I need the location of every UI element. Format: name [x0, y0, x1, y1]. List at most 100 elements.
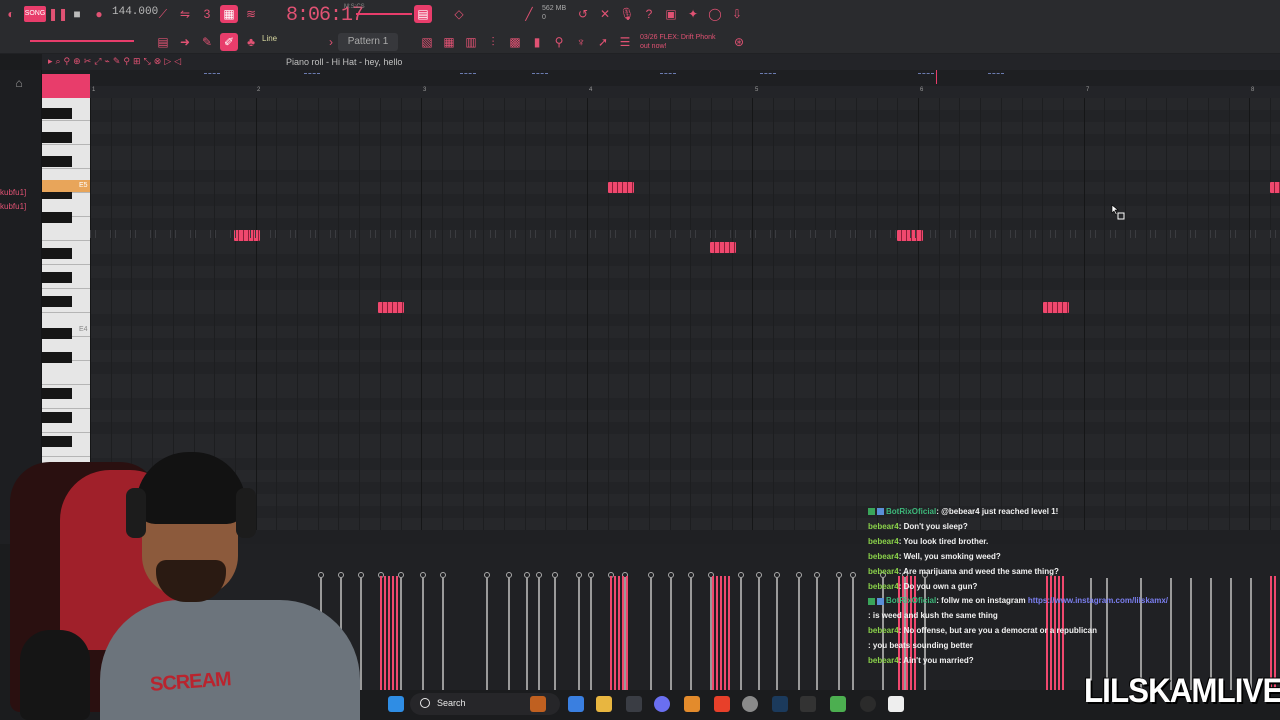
- song-mode-button[interactable]: SONG: [24, 6, 46, 22]
- piano-black-key[interactable]: [42, 132, 72, 143]
- play-icon[interactable]: ❚❚: [48, 5, 68, 23]
- fl-menu-icon[interactable]: ◐: [2, 5, 20, 23]
- velocity-handle[interactable]: [648, 572, 654, 578]
- velocity-handle[interactable]: [536, 572, 542, 578]
- piano-black-key[interactable]: [42, 156, 72, 167]
- browser-view-icon[interactable]: ▩: [506, 33, 524, 51]
- help-icon[interactable]: ?: [640, 5, 658, 23]
- velocity-handle[interactable]: [668, 572, 674, 578]
- playhead[interactable]: [936, 70, 937, 84]
- discord-icon[interactable]: [654, 696, 670, 712]
- pattern-selector[interactable]: Pattern 1: [338, 33, 398, 51]
- brave-icon[interactable]: [714, 696, 730, 712]
- velocity-stem-selected[interactable]: [610, 576, 612, 690]
- velocity-stem-selected[interactable]: [712, 576, 714, 690]
- file-explorer-icon[interactable]: [596, 696, 612, 712]
- pencil-icon[interactable]: ✎: [198, 33, 216, 51]
- app-icon[interactable]: [800, 696, 816, 712]
- windows-start-icon[interactable]: [388, 696, 404, 712]
- midi-note[interactable]: [608, 182, 634, 193]
- velocity-stem[interactable]: [798, 578, 800, 690]
- velocity-stem[interactable]: [442, 578, 444, 690]
- news-icon[interactable]: ⊛: [730, 33, 748, 51]
- velocity-handle[interactable]: [814, 572, 820, 578]
- plugin-picker-icon[interactable]: ▮: [528, 33, 546, 51]
- midi-note[interactable]: [710, 242, 736, 253]
- plugin-icon[interactable]: ✦: [684, 5, 702, 23]
- download-icon[interactable]: ⇩: [728, 5, 746, 23]
- record-icon[interactable]: ●: [90, 5, 108, 23]
- piano-black-key[interactable]: [42, 328, 72, 339]
- list-icon[interactable]: ☰: [616, 33, 634, 51]
- velocity-handle[interactable]: [756, 572, 762, 578]
- velocity-stem[interactable]: [422, 578, 424, 690]
- fl-studio-icon[interactable]: [684, 696, 700, 712]
- velocity-handle[interactable]: [524, 572, 530, 578]
- playlist-icon[interactable]: ▤: [154, 33, 172, 51]
- velocity-handle[interactable]: [576, 572, 582, 578]
- velocity-stem[interactable]: [400, 578, 402, 690]
- velocity-stem-selected[interactable]: [622, 576, 624, 690]
- velocity-handle[interactable]: [850, 572, 856, 578]
- piano-black-key[interactable]: [42, 296, 72, 307]
- velocity-stem[interactable]: [578, 578, 580, 690]
- velocity-stem[interactable]: [670, 578, 672, 690]
- velocity-handle[interactable]: [552, 572, 558, 578]
- piano-black-key[interactable]: [42, 272, 72, 283]
- velocity-stem-selected[interactable]: [392, 576, 394, 690]
- piano-black-key[interactable]: [42, 352, 72, 363]
- channel-rack-icon[interactable]: ▦: [440, 33, 458, 51]
- master-volume-slider[interactable]: [30, 40, 134, 42]
- note-grid[interactable]: [90, 98, 1280, 530]
- velocity-handle[interactable]: [796, 572, 802, 578]
- bar-ruler[interactable]: [90, 86, 1280, 98]
- undo-icon[interactable]: ↺: [574, 5, 592, 23]
- midi-note[interactable]: [378, 302, 404, 313]
- master-pitch-slider[interactable]: [356, 13, 412, 15]
- channel-label[interactable]: kubfu1]: [0, 202, 26, 211]
- piano-roll-tools-icon[interactable]: ▸⌕⚲⊕✂⤢⌁✎⚲⊞⤡⊗▷◁: [48, 56, 184, 67]
- channel-label[interactable]: kubfu1]: [0, 188, 26, 197]
- piano-scroll-top[interactable]: [42, 74, 90, 98]
- velocity-stem[interactable]: [816, 578, 818, 690]
- midi-note[interactable]: [234, 230, 260, 241]
- mixer-icon[interactable]: ✕: [596, 5, 614, 23]
- tools-icon[interactable]: ♆: [572, 33, 590, 51]
- midi-note[interactable]: [1043, 302, 1069, 313]
- velocity-handle[interactable]: [358, 572, 364, 578]
- browser-pin-icon[interactable]: ⌂: [10, 74, 28, 92]
- velocity-handle[interactable]: [318, 572, 324, 578]
- velocity-handle[interactable]: [440, 572, 446, 578]
- velocity-stem-selected[interactable]: [728, 576, 730, 690]
- velocity-stem-selected[interactable]: [724, 576, 726, 690]
- velocity-stem[interactable]: [486, 578, 488, 690]
- arrow-right-icon[interactable]: ➜: [176, 33, 194, 51]
- chatgpt-icon[interactable]: [742, 696, 758, 712]
- velocity-stem[interactable]: [838, 578, 840, 690]
- velocity-stem[interactable]: [526, 578, 528, 690]
- piano-keyboard[interactable]: [42, 98, 90, 500]
- piano-roll-icon[interactable]: ▧: [418, 33, 436, 51]
- wait-input-icon[interactable]: ⇋: [176, 5, 194, 23]
- piano-black-key[interactable]: [42, 436, 72, 447]
- snap-selector[interactable]: Line: [262, 34, 277, 43]
- tempo-display[interactable]: 144.000: [112, 6, 158, 22]
- stamp-icon[interactable]: ♣: [242, 33, 260, 51]
- velocity-stem[interactable]: [360, 578, 362, 690]
- metronome-icon[interactable]: ⟋: [154, 5, 172, 23]
- velocity-handle[interactable]: [588, 572, 594, 578]
- piano-black-key[interactable]: [42, 108, 72, 119]
- velocity-handle[interactable]: [738, 572, 744, 578]
- master-pitch-icon[interactable]: ◇: [450, 5, 468, 23]
- piano-black-key[interactable]: [42, 412, 72, 423]
- piano-black-key[interactable]: [42, 212, 72, 223]
- velocity-stem-selected[interactable]: [380, 576, 382, 690]
- velocity-stem-selected[interactable]: [618, 576, 620, 690]
- velocity-handle[interactable]: [774, 572, 780, 578]
- velocity-stem-selected[interactable]: [396, 576, 398, 690]
- copilot-icon[interactable]: [568, 696, 584, 712]
- velocity-handle[interactable]: [688, 572, 694, 578]
- velocity-stem[interactable]: [740, 578, 742, 690]
- velocity-handle[interactable]: [398, 572, 404, 578]
- velocity-stem-selected[interactable]: [384, 576, 386, 690]
